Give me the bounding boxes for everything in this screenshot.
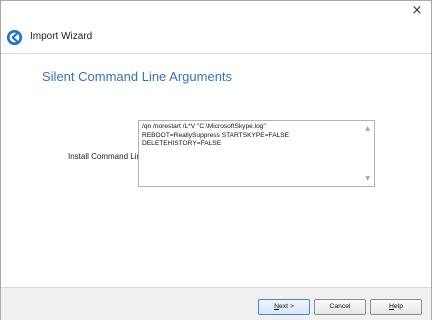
app-title: Import Wizard xyxy=(30,31,93,42)
wizard-header: Import Wizard xyxy=(1,23,431,54)
help-button[interactable]: Help xyxy=(370,299,422,315)
wizard-window: × Import Wizard Silent Command Line Argu… xyxy=(0,0,432,320)
close-icon[interactable]: × xyxy=(409,3,425,19)
next-button-label: ext > xyxy=(278,303,294,310)
section-title: Silent Command Line Arguments xyxy=(42,69,233,84)
scroll-up-icon[interactable]: ▲ xyxy=(365,125,370,132)
cancel-button-label: Cancel xyxy=(329,303,351,310)
footer-bar: Next > Cancel Help xyxy=(1,287,431,320)
install-command-line-textarea[interactable]: /qn /norestart /L*V "C:\MicrosoftSkype.l… xyxy=(138,120,375,187)
install-command-line-value[interactable]: /qn /norestart /L*V "C:\MicrosoftSkype.l… xyxy=(142,123,362,149)
next-button[interactable]: Next > xyxy=(258,299,310,315)
title-bar: × xyxy=(1,1,431,23)
arrow-circle-icon xyxy=(6,29,23,46)
scroll-down-icon[interactable]: ▼ xyxy=(365,175,370,182)
cancel-button[interactable]: Cancel xyxy=(314,299,366,315)
help-button-label: elp xyxy=(393,303,403,310)
install-command-line-label: Install Command Line xyxy=(68,152,146,161)
